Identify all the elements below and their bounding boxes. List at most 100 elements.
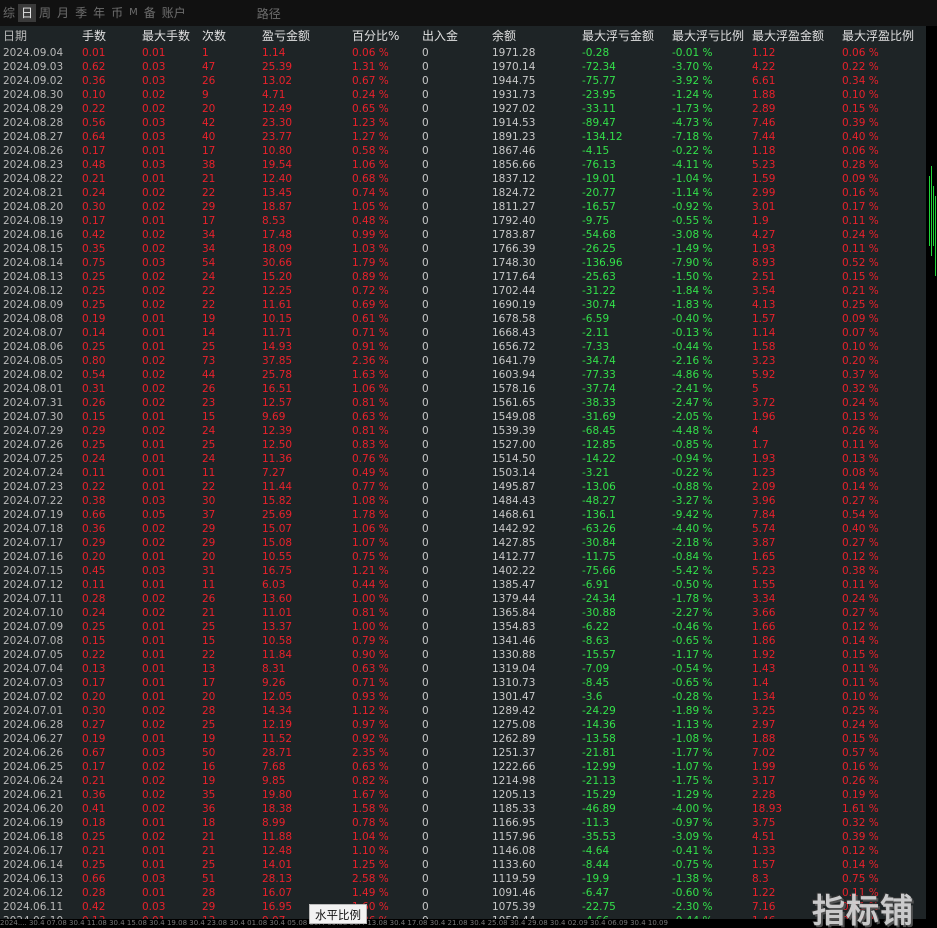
table-row[interactable]: 2024.06.11 0.42 0.03 29 16.95 1.60 % 0 1075.39-…: [0, 900, 926, 914]
column-header[interactable]: 最大浮盈金额: [752, 26, 842, 46]
table-cell: 2024.07.19: [3, 509, 64, 521]
table-row[interactable]: 2024.07.12 0.11 0.01 11 6.03 0.44 % 0 1385.47 -6…: [0, 578, 926, 592]
table-row[interactable]: 2024.09.04 0.01 0.01 1 1.14 0.06 % 0 1971.28 -0.…: [0, 46, 926, 60]
table-row[interactable]: 2024.08.22 0.21 0.01 21 12.40 0.68 % 0 1837.12 -…: [0, 172, 926, 186]
table-row[interactable]: 2024.06.18 0.25 0.02 21 11.88 1.04 % 0 1157.96 -…: [0, 830, 926, 844]
table-cell: 73: [202, 355, 216, 367]
period-tab-2[interactable]: 周: [36, 4, 54, 22]
column-header[interactable]: 最大手数: [142, 26, 202, 46]
period-tab-4[interactable]: 季: [72, 4, 90, 22]
table-row[interactable]: 2024.06.28 0.27 0.02 25 12.19 0.97 % 0 1275.08 -…: [0, 718, 926, 732]
path-label[interactable]: 路径: [257, 5, 281, 22]
table-row[interactable]: 2024.07.19 0.66 0.05 37 25.69 1.78 % 0 1468.61 -…: [0, 508, 926, 522]
period-tab-9[interactable]: 账户: [159, 4, 189, 22]
table-row[interactable]: 2024.07.31 0.26 0.02 23 12.57 0.81 % 0 1561.65 -…: [0, 396, 926, 410]
time-axis: 2024.... 30.4 07.08 30.4 11.08 30.4 15.0…: [0, 919, 937, 928]
period-tab-3[interactable]: 月: [54, 4, 72, 22]
table-row[interactable]: 2024.07.24 0.11 0.01 11 7.27 0.49 % 0 1503.14 -3…: [0, 466, 926, 480]
period-tab-1[interactable]: 日: [18, 4, 37, 22]
table-row[interactable]: 2024.08.06 0.25 0.01 25 14.93 0.91 % 0 1656.72 -…: [0, 340, 926, 354]
table-row[interactable]: 2024.08.14 0.75 0.03 54 30.66 1.79 % 0 1748.30 -…: [0, 256, 926, 270]
column-header[interactable]: 最大浮亏比例: [672, 26, 752, 46]
table-row[interactable]: 2024.09.02 0.36 0.03 26 13.02 0.67 % 0 1944.75 -…: [0, 74, 926, 88]
column-header[interactable]: 日期: [0, 26, 82, 46]
period-tab-6[interactable]: 币: [108, 4, 126, 22]
table-row[interactable]: 2024.06.12 0.28 0.01 28 16.07 1.49 % 0 1091.46 -…: [0, 886, 926, 900]
table-row[interactable]: 2024.08.15 0.35 0.02 34 18.09 1.03 % 0 1766.39 -…: [0, 242, 926, 256]
table-row[interactable]: 2024.07.10 0.24 0.02 21 11.01 0.81 % 0 1365.84 -…: [0, 606, 926, 620]
table-row[interactable]: 2024.07.02 0.20 0.01 20 12.05 0.93 % 0 1301.47 -…: [0, 690, 926, 704]
column-header[interactable]: 百分比%: [352, 26, 422, 46]
table-cell: 1.00 %: [352, 621, 389, 633]
period-tab-0[interactable]: 综: [0, 4, 18, 22]
table-row[interactable]: 2024.07.16 0.20 0.01 20 10.55 0.75 % 0 1412.77 -…: [0, 550, 926, 564]
table-cell: 21: [202, 173, 216, 185]
table-row[interactable]: 2024.06.21 0.36 0.02 35 19.80 1.67 % 0 1205.13 -…: [0, 788, 926, 802]
table-row[interactable]: 2024.08.23 0.48 0.03 38 19.54 1.06 % 0 1856.66 -…: [0, 158, 926, 172]
table-row[interactable]: 2024.08.07 0.14 0.01 14 11.71 0.71 % 0 1668.43 -…: [0, 326, 926, 340]
table-row[interactable]: 2024.06.27 0.19 0.01 19 11.52 0.92 % 0 1262.89 -…: [0, 732, 926, 746]
table-row[interactable]: 2024.06.14 0.25 0.01 25 14.01 1.25 % 0 1133.60 -…: [0, 858, 926, 872]
table-row[interactable]: 2024.07.18 0.36 0.02 29 15.07 1.06 % 0 1442.92 -…: [0, 522, 926, 536]
table-row[interactable]: 2024.07.08 0.15 0.01 15 10.58 0.79 % 0 1341.46 -…: [0, 634, 926, 648]
column-header[interactable]: 手数: [82, 26, 142, 46]
table-row[interactable]: 2024.08.26 0.17 0.01 17 10.80 0.58 % 0 1867.46 -…: [0, 144, 926, 158]
table-row[interactable]: 2024.09.03 0.62 0.03 47 25.39 1.31 % 0 1970.14 -…: [0, 60, 926, 74]
table-row[interactable]: 2024.06.20 0.41 0.02 36 18.38 1.58 % 0 1185.33 -…: [0, 802, 926, 816]
period-tab-5[interactable]: 年: [90, 4, 108, 22]
table-row[interactable]: 2024.08.28 0.56 0.03 42 23.30 1.23 % 0 1914.53 -…: [0, 116, 926, 130]
table-row[interactable]: 2024.06.17 0.21 0.01 21 12.48 1.10 % 0 1146.08 -…: [0, 844, 926, 858]
table-cell: 0.12 %: [842, 621, 879, 633]
table-row[interactable]: 2024.08.01 0.31 0.02 26 16.51 1.06 % 0 1578.16 -…: [0, 382, 926, 396]
table-cell: 0: [422, 691, 429, 703]
period-tab-7[interactable]: M: [126, 4, 141, 22]
table-row[interactable]: 2024.08.27 0.64 0.03 40 23.77 1.27 % 0 1891.23 -…: [0, 130, 926, 144]
table-row[interactable]: 2024.08.21 0.24 0.02 22 13.45 0.74 % 0 1824.72 -…: [0, 186, 926, 200]
table-row[interactable]: 2024.08.19 0.17 0.01 17 8.53 0.48 % 0 1792.40 -9…: [0, 214, 926, 228]
table-row[interactable]: 2024.08.20 0.30 0.02 29 18.87 1.05 % 0 1811.27 -…: [0, 200, 926, 214]
table-row[interactable]: 2024.07.17 0.29 0.02 29 15.08 1.07 % 0 1427.85 -…: [0, 536, 926, 550]
column-header[interactable]: 余额: [492, 26, 582, 46]
table-cell: -0.28 %: [672, 691, 713, 703]
table-row[interactable]: 2024.07.01 0.30 0.02 28 14.34 1.12 % 0 1289.42 -…: [0, 704, 926, 718]
table-row[interactable]: 2024.07.22 0.38 0.03 30 15.82 1.08 % 0 1484.43 -…: [0, 494, 926, 508]
period-tab-8[interactable]: 备: [141, 4, 159, 22]
table-row[interactable]: 2024.08.29 0.22 0.02 20 12.49 0.65 % 0 1927.02 -…: [0, 102, 926, 116]
table-row[interactable]: 2024.07.09 0.25 0.01 25 13.37 1.00 % 0 1354.83 -…: [0, 620, 926, 634]
table-cell: 1.61 %: [842, 803, 879, 815]
column-header[interactable]: 最大浮盈比例: [842, 26, 922, 46]
table-row[interactable]: 2024.08.12 0.25 0.02 22 12.25 0.72 % 0 1702.44 -…: [0, 284, 926, 298]
table-cell: 0.82 %: [352, 775, 389, 787]
column-header[interactable]: 次数: [202, 26, 262, 46]
table-row[interactable]: 2024.06.25 0.17 0.02 16 7.68 0.63 % 0 1222.66 -1…: [0, 760, 926, 774]
table-row[interactable]: 2024.07.11 0.28 0.02 26 13.60 1.00 % 0 1379.44 -…: [0, 592, 926, 606]
table-row[interactable]: 2024.07.04 0.13 0.01 13 8.31 0.63 % 0 1319.04 -7…: [0, 662, 926, 676]
table-cell: -7.33: [582, 341, 610, 353]
table-row[interactable]: 2024.08.08 0.19 0.01 19 10.15 0.61 % 0 1678.58 -…: [0, 312, 926, 326]
table-row[interactable]: 2024.08.09 0.25 0.02 22 11.61 0.69 % 0 1690.19 -…: [0, 298, 926, 312]
table-row[interactable]: 2024.06.24 0.21 0.02 19 9.85 0.82 % 0 1214.98 -2…: [0, 774, 926, 788]
table-row[interactable]: 2024.06.19 0.18 0.01 18 8.99 0.78 % 0 1166.95 -1…: [0, 816, 926, 830]
table-row[interactable]: 2024.08.02 0.54 0.02 44 25.78 1.63 % 0 1603.94 -…: [0, 368, 926, 382]
column-header[interactable]: 最大浮亏金额: [582, 26, 672, 46]
table-row[interactable]: 2024.07.15 0.45 0.03 31 16.75 1.21 % 0 1402.22 -…: [0, 564, 926, 578]
column-header[interactable]: 出入金: [422, 26, 492, 46]
table-cell: 15.07: [262, 523, 293, 535]
table-row[interactable]: 2024.08.05 0.80 0.02 73 37.85 2.36 % 0 1641.79 -…: [0, 354, 926, 368]
table-cell: -0.44 %: [672, 341, 713, 353]
table-row[interactable]: 2024.08.30 0.10 0.02 9 4.71 0.24 % 0 1931.73 -23…: [0, 88, 926, 102]
table-row[interactable]: 2024.07.03 0.17 0.01 17 9.26 0.71 % 0 1310.73 -8…: [0, 676, 926, 690]
column-header[interactable]: 盈亏金额: [262, 26, 352, 46]
table-row[interactable]: 2024.07.30 0.15 0.01 15 9.69 0.63 % 0 1549.08 -3…: [0, 410, 926, 424]
table-row[interactable]: 2024.07.25 0.24 0.01 24 11.36 0.76 % 0 1514.50 -…: [0, 452, 926, 466]
table-row[interactable]: 2024.08.13 0.25 0.02 24 15.20 0.89 % 0 1717.64 -…: [0, 270, 926, 284]
table-cell: 22: [202, 299, 216, 311]
table-row[interactable]: 2024.07.29 0.29 0.02 24 12.39 0.81 % 0 1539.39 -…: [0, 424, 926, 438]
table-cell: 0.01: [142, 313, 166, 325]
table-row[interactable]: 2024.07.26 0.25 0.01 25 12.50 0.83 % 0 1527.00 -…: [0, 438, 926, 452]
table-row[interactable]: 2024.06.13 0.66 0.03 51 28.13 2.58 % 0 1119.59 -…: [0, 872, 926, 886]
table-row[interactable]: 2024.07.05 0.22 0.01 22 11.84 0.90 % 0 1330.88 -…: [0, 648, 926, 662]
table-row[interactable]: 2024.08.16 0.42 0.02 34 17.48 0.99 % 0 1783.87 -…: [0, 228, 926, 242]
table-row[interactable]: 2024.06.26 0.67 0.03 50 28.71 2.35 % 0 1251.37 -…: [0, 746, 926, 760]
table-row[interactable]: 2024.07.23 0.22 0.01 22 11.44 0.77 % 0 1495.87 -…: [0, 480, 926, 494]
